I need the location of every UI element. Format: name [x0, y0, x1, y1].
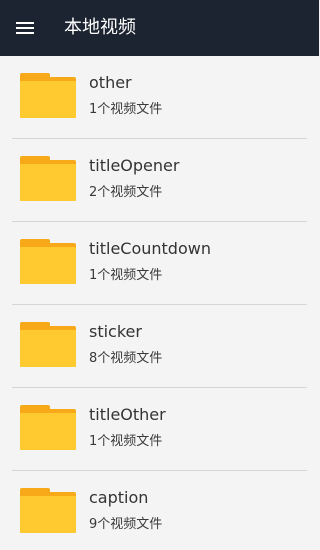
- page-title: 本地视频: [64, 17, 136, 38]
- video-count: 8个视频文件: [89, 351, 163, 366]
- folder-name: titleOther: [89, 405, 166, 424]
- video-count: 2个视频文件: [89, 185, 163, 200]
- folder-name: other: [89, 73, 132, 92]
- folder-icon: [20, 488, 76, 533]
- video-count: 1个视频文件: [89, 102, 163, 117]
- folder-icon: [20, 156, 76, 201]
- video-count: 9个视频文件: [89, 517, 163, 532]
- folder-item-titleother[interactable]: titleOther 1个视频文件: [0, 388, 319, 471]
- folder-name: sticker: [89, 322, 142, 341]
- video-count: 1个视频文件: [89, 434, 163, 449]
- folder-icon: [20, 405, 76, 450]
- menu-icon[interactable]: [14, 16, 36, 40]
- folder-item-other[interactable]: other 1个视频文件: [0, 56, 319, 139]
- folder-item-titlecountdown[interactable]: titleCountdown 1个视频文件: [0, 222, 319, 305]
- screen: 本地视频 other 1个视频文件 titleOpener 2个视频文件 tit…: [0, 0, 319, 550]
- video-count: 1个视频文件: [89, 268, 163, 283]
- app-bar: 本地视频: [0, 0, 319, 56]
- folder-item-sticker[interactable]: sticker 8个视频文件: [0, 305, 319, 388]
- folder-icon: [20, 239, 76, 284]
- folder-item-caption[interactable]: caption 9个视频文件: [0, 471, 319, 550]
- folder-list: other 1个视频文件 titleOpener 2个视频文件 titleCou…: [0, 56, 319, 550]
- folder-icon: [20, 322, 76, 367]
- folder-icon: [20, 73, 76, 118]
- folder-item-titleopener[interactable]: titleOpener 2个视频文件: [0, 139, 319, 222]
- folder-name: caption: [89, 488, 149, 507]
- folder-name: titleCountdown: [89, 239, 211, 258]
- folder-name: titleOpener: [89, 156, 180, 175]
